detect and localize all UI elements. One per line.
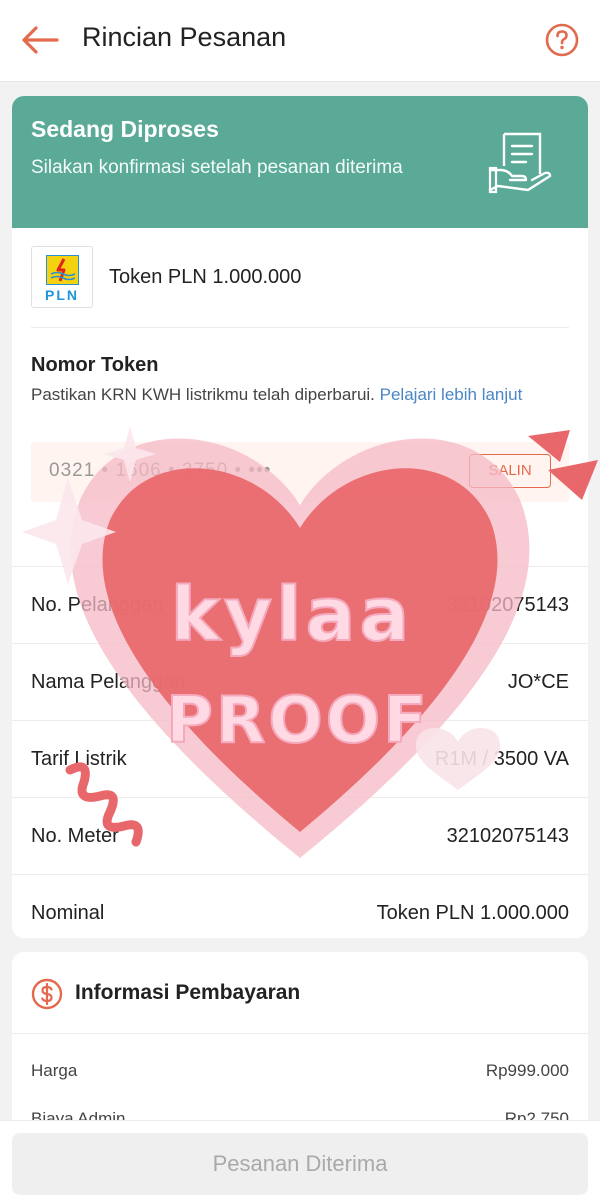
payment-value: Rp999.000 xyxy=(485,1061,569,1080)
token-section: Nomor Token Pastikan KRN KWH listrikmu t… xyxy=(31,328,569,566)
arrow-left-icon xyxy=(22,26,59,54)
detail-value: JO*CE xyxy=(507,670,569,693)
detail-row-customer-number: No. Pelanggan 32102075143 xyxy=(12,566,588,643)
detail-label: Nominal xyxy=(31,901,105,924)
copy-button[interactable]: SALIN xyxy=(469,454,551,488)
bottom-bar: Pesanan Diterima xyxy=(0,1120,600,1200)
product-row: PLN Token PLN 1.000.000 xyxy=(31,228,569,328)
question-circle-icon xyxy=(545,23,579,57)
payment-header: Informasi Pembayaran xyxy=(12,952,588,1034)
payment-row-admin-fee: Biaya Admin Rp2.750 xyxy=(12,1095,588,1122)
back-button[interactable] xyxy=(18,18,62,62)
token-title: Nomor Token xyxy=(31,354,159,376)
detail-label: Tarif Listrik xyxy=(31,747,127,770)
detail-value: Token PLN 1.000.000 xyxy=(376,901,569,924)
status-subtitle: Silakan konfirmasi setelah pesanan diter… xyxy=(31,157,403,178)
detail-value: R1M / 3500 VA xyxy=(434,747,569,770)
token-number: 0321 • 1606 • 3750 • ••• xyxy=(49,460,272,481)
pln-logo-text: PLN xyxy=(45,287,79,303)
product-name: Token PLN 1.000.000 xyxy=(109,266,302,288)
order-received-button[interactable]: Pesanan Diterima xyxy=(12,1133,588,1195)
help-button[interactable] xyxy=(544,22,580,58)
detail-row-meter-number: No. Meter 32102075143 xyxy=(12,797,588,874)
detail-label: Nama Pelanggan xyxy=(31,670,186,693)
pln-logo-emblem xyxy=(46,255,79,285)
token-hint: Pastikan KRN KWH listrikmu telah diperba… xyxy=(31,383,551,406)
dollar-circle-icon xyxy=(31,978,63,1010)
detail-label: No. Pelanggan xyxy=(31,593,164,616)
detail-label: No. Meter xyxy=(31,824,119,847)
pln-logo: PLN xyxy=(31,246,93,308)
detail-row-nominal: Nominal Token PLN 1.000.000 xyxy=(12,874,588,938)
payment-card: Informasi Pembayaran Harga Rp999.000 Bia… xyxy=(12,952,588,1122)
payment-row-price: Harga Rp999.000 xyxy=(12,1047,588,1095)
payment-title: Informasi Pembayaran xyxy=(75,981,301,1004)
page-title: Rincian Pesanan xyxy=(82,22,287,52)
detail-value: 32102075143 xyxy=(446,593,569,616)
detail-row-customer-name: Nama Pelanggan JO*CE xyxy=(12,643,588,720)
token-box: 0321 • 1606 • 3750 • ••• SALIN xyxy=(31,442,569,502)
order-card: Sedang Diproses Silakan konfirmasi setel… xyxy=(12,96,588,938)
learn-more-link[interactable]: Pelajari lebih lanjut xyxy=(380,385,523,404)
app-header: Rincian Pesanan xyxy=(0,0,600,82)
payment-label: Harga xyxy=(31,1061,78,1080)
detail-value: 32102075143 xyxy=(446,824,569,847)
token-hint-text: Pastikan KRN KWH listrikmu telah diperba… xyxy=(31,385,375,404)
status-banner: Sedang Diproses Silakan konfirmasi setel… xyxy=(12,96,588,228)
receipt-hand-icon xyxy=(488,132,552,194)
detail-row-tariff: Tarif Listrik R1M / 3500 VA xyxy=(12,720,588,797)
